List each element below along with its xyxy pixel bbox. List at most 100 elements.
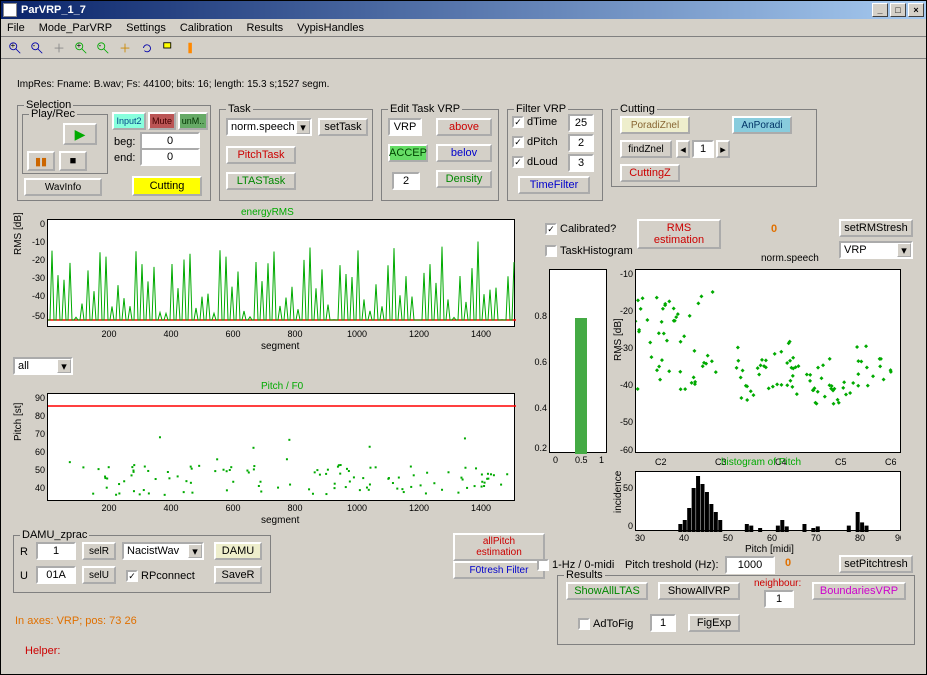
task-combo[interactable]: norm.speech▾ xyxy=(226,118,312,136)
menu-settings[interactable]: Settings xyxy=(126,22,166,34)
below-button[interactable]: belov xyxy=(436,144,492,162)
selu-button[interactable]: selU xyxy=(82,566,116,584)
dpitch-input[interactable]: 2 xyxy=(568,134,594,152)
svg-text:-30: -30 xyxy=(620,343,633,353)
svg-text:200: 200 xyxy=(101,503,116,513)
anporadi-button[interactable]: AnPoradi xyxy=(732,116,792,134)
r-input[interactable]: 1 xyxy=(36,542,76,560)
svg-text:-50: -50 xyxy=(620,417,633,427)
svg-text:800: 800 xyxy=(287,503,302,513)
left-hist[interactable] xyxy=(549,269,607,453)
maximize-button[interactable]: □ xyxy=(890,3,906,17)
titlebar: ParVRP_1_7 _ □ × xyxy=(1,1,926,19)
rpc-check[interactable]: ✓ xyxy=(126,570,138,582)
end-input[interactable]: 0 xyxy=(140,148,200,166)
poradiznel-button[interactable]: PoradiZnel xyxy=(620,116,690,134)
nacist-combo[interactable]: NacistWav▾ xyxy=(122,542,204,560)
pause-button[interactable]: ▮▮ xyxy=(27,151,55,171)
menu-results[interactable]: Results xyxy=(246,22,283,34)
cuttingz-button[interactable]: CuttingZ xyxy=(620,164,680,182)
showltas-button[interactable]: ShowAllLTAS xyxy=(566,582,648,600)
playrec-group: Play/Rec ▶ ▮▮ ■ xyxy=(22,114,108,174)
svg-text:50: 50 xyxy=(723,533,733,543)
dpitch-check[interactable]: ✓ xyxy=(512,136,524,148)
hzomidi-check[interactable] xyxy=(537,559,549,571)
adtofig-check[interactable] xyxy=(578,618,590,630)
above-button[interactable]: above xyxy=(436,118,492,136)
density-button[interactable]: Density xyxy=(436,170,492,188)
accept-button[interactable]: ACCEP xyxy=(388,144,428,162)
rms-est-button[interactable]: RMS estimation xyxy=(637,219,721,249)
svg-text:0: 0 xyxy=(40,219,45,229)
timefilter-button[interactable]: TimeFilter xyxy=(518,176,590,194)
zoom-out2-icon[interactable]: - xyxy=(93,39,113,57)
two-input[interactable]: 2 xyxy=(392,172,420,190)
selr-button[interactable]: selR xyxy=(82,542,116,560)
menu-vypis[interactable]: VypisHandles xyxy=(297,22,364,34)
datatip-icon[interactable] xyxy=(159,39,179,57)
pitch-hist[interactable] xyxy=(635,471,901,531)
vrp-scatter[interactable] xyxy=(635,269,901,453)
dtime-check[interactable]: ✓ xyxy=(512,116,524,128)
vrp-select[interactable]: VRP▾ xyxy=(839,241,913,259)
setpitch-button[interactable]: setPitchtresh xyxy=(839,555,913,573)
cutting-button[interactable]: Cutting xyxy=(132,176,202,196)
energy-plot[interactable] xyxy=(47,219,515,327)
showvrp-button[interactable]: ShowAllVRP xyxy=(658,582,740,600)
pitch-plot[interactable] xyxy=(47,393,515,501)
svg-text:-10: -10 xyxy=(32,237,45,247)
calibrated-check[interactable]: ✓ xyxy=(545,223,557,235)
zoom-in-icon[interactable]: + xyxy=(5,39,25,57)
cutting-idx[interactable]: 1 xyxy=(692,140,714,158)
svg-text:-: - xyxy=(33,41,36,50)
dloud-check[interactable]: ✓ xyxy=(512,156,524,168)
stop-button[interactable]: ■ xyxy=(59,151,87,171)
dloud-input[interactable]: 3 xyxy=(568,154,594,172)
pitchtresh-input[interactable]: 1000 xyxy=(725,556,775,574)
next-button[interactable]: ▸ xyxy=(716,140,730,158)
zoom-out-icon[interactable]: - xyxy=(27,39,47,57)
settask-button[interactable]: setTask xyxy=(318,118,368,136)
damu-button[interactable]: DAMU xyxy=(214,542,262,560)
all-combo[interactable]: all▾ xyxy=(13,357,73,375)
wavinfo-button[interactable]: WavInfo xyxy=(24,178,102,196)
menu-file[interactable]: File xyxy=(7,22,25,34)
prev-button[interactable]: ◂ xyxy=(676,140,690,158)
svg-text:1400: 1400 xyxy=(471,503,491,513)
findznel-button[interactable]: findZnel xyxy=(620,140,672,158)
boundaries-button[interactable]: BoundariesVRP xyxy=(812,582,906,600)
unmute-button[interactable]: unM.. xyxy=(178,112,208,130)
end-label: end: xyxy=(114,152,135,164)
pitchtask-button[interactable]: PitchTask xyxy=(226,146,296,164)
figexp-button[interactable]: FigExp xyxy=(688,614,740,632)
f0tresh-button[interactable]: F0tresh Filter xyxy=(453,561,545,579)
ltastask-button[interactable]: LTASTask xyxy=(226,172,296,190)
setrms-button[interactable]: setRMStresh xyxy=(839,219,913,237)
allpitch-button[interactable]: allPitch estimation xyxy=(453,533,545,561)
svg-text:400: 400 xyxy=(163,503,178,513)
impres-label: ImpRes: Fname: B.wav; Fs: 44100; bits: 1… xyxy=(17,79,329,90)
menu-calibration[interactable]: Calibration xyxy=(180,22,233,34)
svg-text:-20: -20 xyxy=(32,255,45,265)
input2-button[interactable]: Input2 xyxy=(112,112,146,130)
vrp-input[interactable]: VRP xyxy=(388,118,422,136)
menu-mode[interactable]: Mode_ParVRP xyxy=(39,22,112,34)
svg-text:-10: -10 xyxy=(620,269,633,279)
u-input[interactable]: 01A xyxy=(36,566,76,584)
mute-button[interactable]: Mute xyxy=(148,112,176,130)
zoom-in2-icon[interactable]: + xyxy=(71,39,91,57)
pan2-icon[interactable] xyxy=(115,39,135,57)
pan-icon[interactable] xyxy=(49,39,69,57)
adtofig-input[interactable]: 1 xyxy=(650,614,676,632)
task-group: Task norm.speech▾ setTask PitchTask LTAS… xyxy=(219,109,373,201)
close-button[interactable]: × xyxy=(908,3,924,17)
colorbar-icon[interactable] xyxy=(181,39,201,57)
saver-button[interactable]: SaveR xyxy=(214,566,262,584)
svg-text:1200: 1200 xyxy=(409,329,429,339)
minimize-button[interactable]: _ xyxy=(872,3,888,17)
dtime-input[interactable]: 25 xyxy=(568,114,594,132)
play-button[interactable]: ▶ xyxy=(63,123,97,145)
rotate-icon[interactable] xyxy=(137,39,157,57)
neighbour-input[interactable]: 1 xyxy=(764,590,794,608)
taskhist-check[interactable] xyxy=(545,245,557,257)
